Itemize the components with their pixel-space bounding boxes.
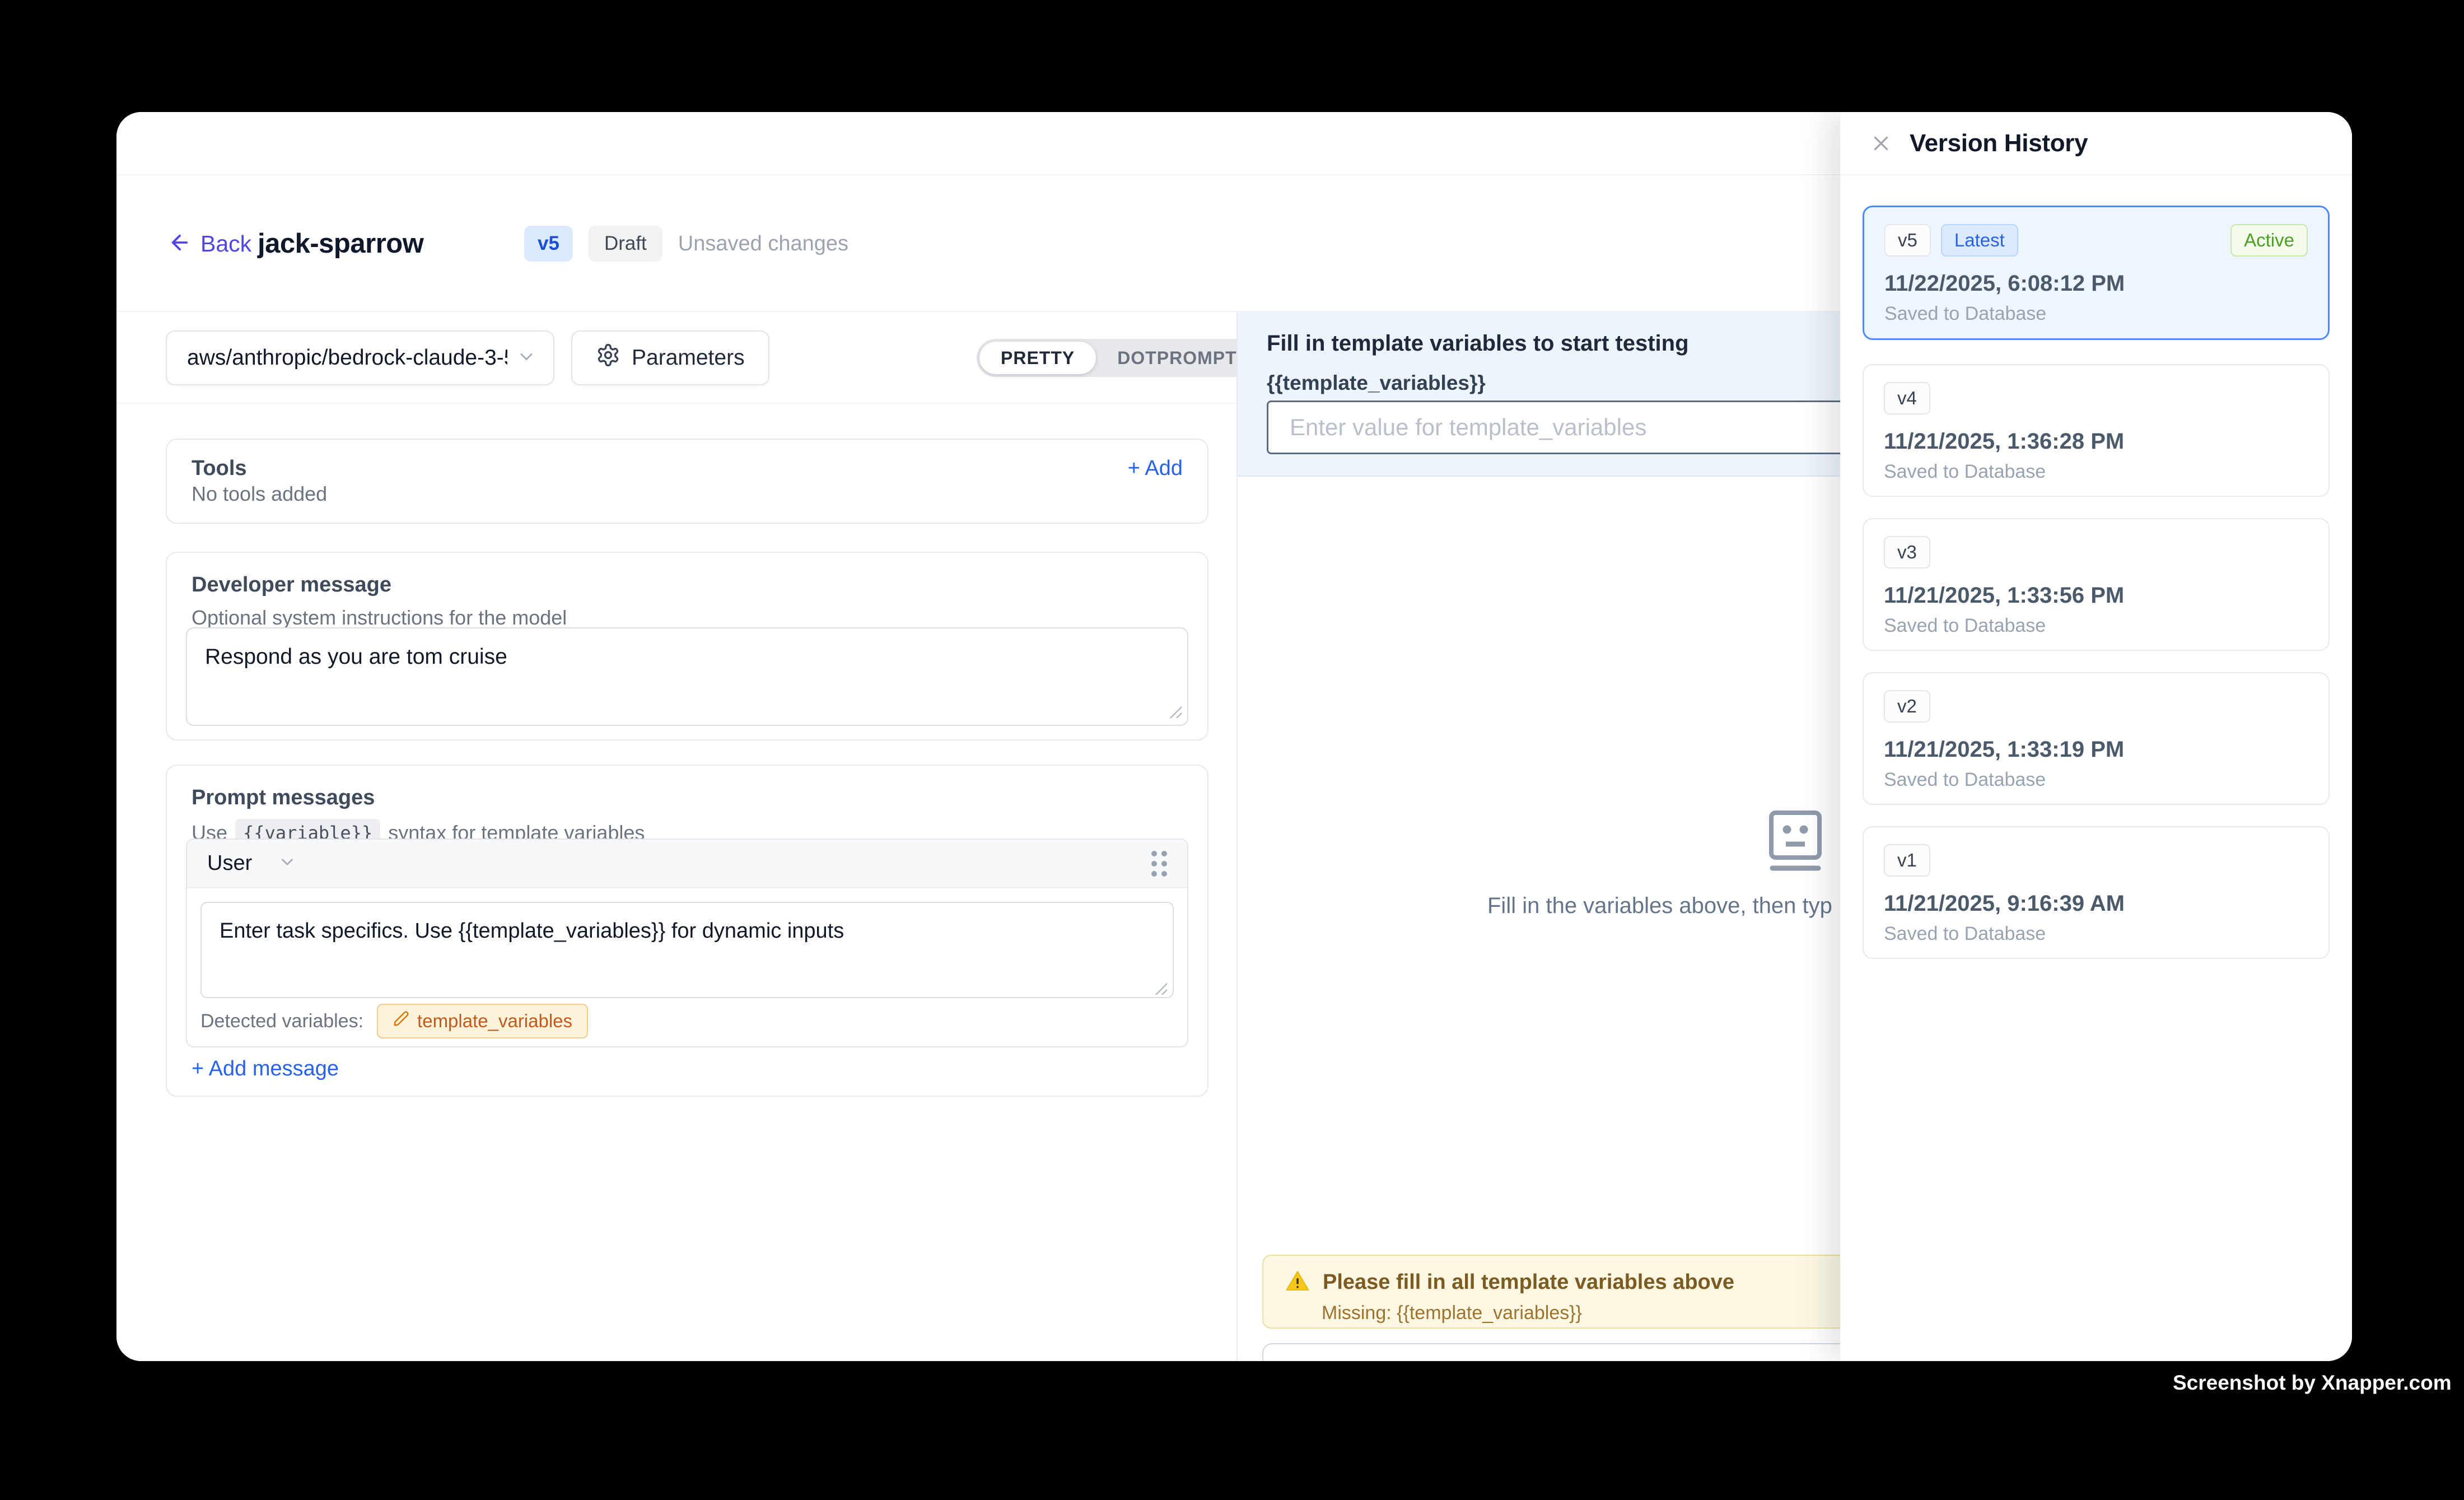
template-variables-title: Fill in template variables to start test…	[1267, 331, 1689, 356]
tools-empty-text: No tools added	[192, 482, 1183, 506]
developer-message-card: Developer message Optional system instru…	[166, 552, 1208, 740]
screenshot-stage: Back jack-sparrow v5 Draft Unsaved chang…	[0, 0, 2464, 1500]
template-variable-name: {{template_variables}}	[1267, 371, 1486, 395]
drag-handle-icon[interactable]	[1151, 851, 1167, 877]
version-timestamp: 11/22/2025, 6:08:12 PM	[1884, 271, 2308, 296]
back-arrow-icon	[168, 231, 192, 257]
unsaved-changes-label: Unsaved changes	[678, 232, 848, 256]
close-icon[interactable]	[1869, 132, 1893, 155]
chevron-down-icon	[278, 853, 297, 874]
model-select-value: aws/anthropic/bedrock-claude-3-5-s...	[187, 346, 507, 370]
version-number-badge: v4	[1884, 382, 1930, 414]
add-message-button[interactable]: + Add message	[192, 1057, 339, 1081]
message-header: User	[187, 840, 1187, 888]
parameters-label: Parameters	[632, 346, 745, 370]
version-card-v1[interactable]: v1 11/21/2025, 9:16:39 AM Saved to Datab…	[1863, 826, 2330, 959]
prompt-messages-card: Prompt messages Use {{variable}} syntax …	[166, 765, 1208, 1097]
version-number-badge: v3	[1884, 536, 1930, 569]
version-card-v3[interactable]: v3 11/21/2025, 1:33:56 PM Saved to Datab…	[1863, 518, 2330, 651]
message-block: User Enter task specifics. Use {{templat…	[186, 838, 1188, 1047]
version-status: Saved to Database	[1884, 303, 2308, 325]
version-card-v5[interactable]: v5 Latest Active 11/22/2025, 6:08:12 PM …	[1863, 206, 2330, 340]
gear-icon	[596, 343, 620, 373]
model-select[interactable]: aws/anthropic/bedrock-claude-3-5-s...	[166, 330, 554, 385]
add-tool-button[interactable]: + Add	[1128, 456, 1183, 481]
watermark-text: Screenshot by Xnapper.com	[2173, 1371, 2452, 1395]
format-toggle: PRETTY DOTPROMPT	[977, 339, 1261, 377]
developer-message-subtitle: Optional system instructions for the mod…	[192, 606, 1183, 630]
latest-badge: Latest	[1941, 224, 2018, 257]
version-history-panel: Version History v5 Latest Active 11/22/2…	[1840, 112, 2352, 1361]
header-badges: v5 Draft Unsaved changes	[524, 175, 848, 312]
chevron-down-icon	[516, 347, 536, 370]
version-card-v4[interactable]: v4 11/21/2025, 1:36:28 PM Saved to Datab…	[1863, 364, 2330, 497]
version-timestamp: 11/21/2025, 1:36:28 PM	[1884, 429, 2308, 454]
prompt-messages-title: Prompt messages	[192, 786, 1183, 810]
version-status: Saved to Database	[1884, 461, 2308, 483]
version-timestamp: 11/21/2025, 1:33:56 PM	[1884, 583, 2308, 608]
version-timestamp: 11/21/2025, 1:33:19 PM	[1884, 737, 2308, 762]
page-title: jack-sparrow	[258, 175, 423, 312]
warning-title: Please fill in all template variables ab…	[1323, 1270, 1734, 1294]
pencil-icon	[393, 1010, 409, 1032]
warning-triangle-icon	[1285, 1268, 1310, 1297]
version-card-v2[interactable]: v2 11/21/2025, 1:33:19 PM Saved to Datab…	[1863, 672, 2330, 805]
version-number-badge: v1	[1884, 844, 1930, 877]
message-content-input[interactable]: Enter task specifics. Use {{template_var…	[200, 902, 1174, 998]
detected-variables-row: Detected variables: template_variables	[200, 1004, 588, 1038]
toggle-dotprompt[interactable]: DOTPROMPT	[1096, 342, 1258, 374]
developer-message-input[interactable]: Respond as you are tom cruise	[186, 627, 1188, 726]
developer-message-title: Developer message	[192, 573, 1183, 597]
back-label: Back	[200, 231, 251, 257]
version-number-badge: v5	[1884, 224, 1931, 257]
version-history-header: Version History	[1840, 112, 2352, 175]
detected-variables-label: Detected variables:	[200, 1010, 363, 1032]
back-button[interactable]: Back	[168, 175, 251, 312]
version-badge: v5	[524, 226, 573, 262]
parameters-button[interactable]: Parameters	[571, 330, 769, 385]
version-timestamp: 11/21/2025, 9:16:39 AM	[1884, 891, 2308, 916]
version-status: Saved to Database	[1884, 615, 2308, 637]
editor-column: aws/anthropic/bedrock-claude-3-5-s... Pa…	[116, 312, 1236, 1361]
version-status: Saved to Database	[1884, 769, 2308, 791]
tools-title: Tools	[192, 456, 247, 481]
role-select-value: User	[207, 851, 252, 875]
empty-state-text: Fill in the variables above, then typ	[1487, 893, 1832, 919]
detected-variable-chip[interactable]: template_variables	[377, 1004, 588, 1038]
editor-toolbar: aws/anthropic/bedrock-claude-3-5-s... Pa…	[116, 312, 1236, 404]
version-status: Saved to Database	[1884, 923, 2308, 945]
draft-badge: Draft	[589, 226, 662, 262]
app-window: Back jack-sparrow v5 Draft Unsaved chang…	[116, 112, 2352, 1361]
toggle-pretty[interactable]: PRETTY	[979, 342, 1096, 374]
role-select[interactable]: User	[207, 851, 297, 875]
bot-face-icon	[1767, 809, 1823, 876]
version-number-badge: v2	[1884, 690, 1930, 723]
version-history-title: Version History	[1910, 129, 2088, 157]
tools-card: Tools + Add No tools added	[166, 439, 1208, 524]
active-badge: Active	[2230, 224, 2308, 257]
